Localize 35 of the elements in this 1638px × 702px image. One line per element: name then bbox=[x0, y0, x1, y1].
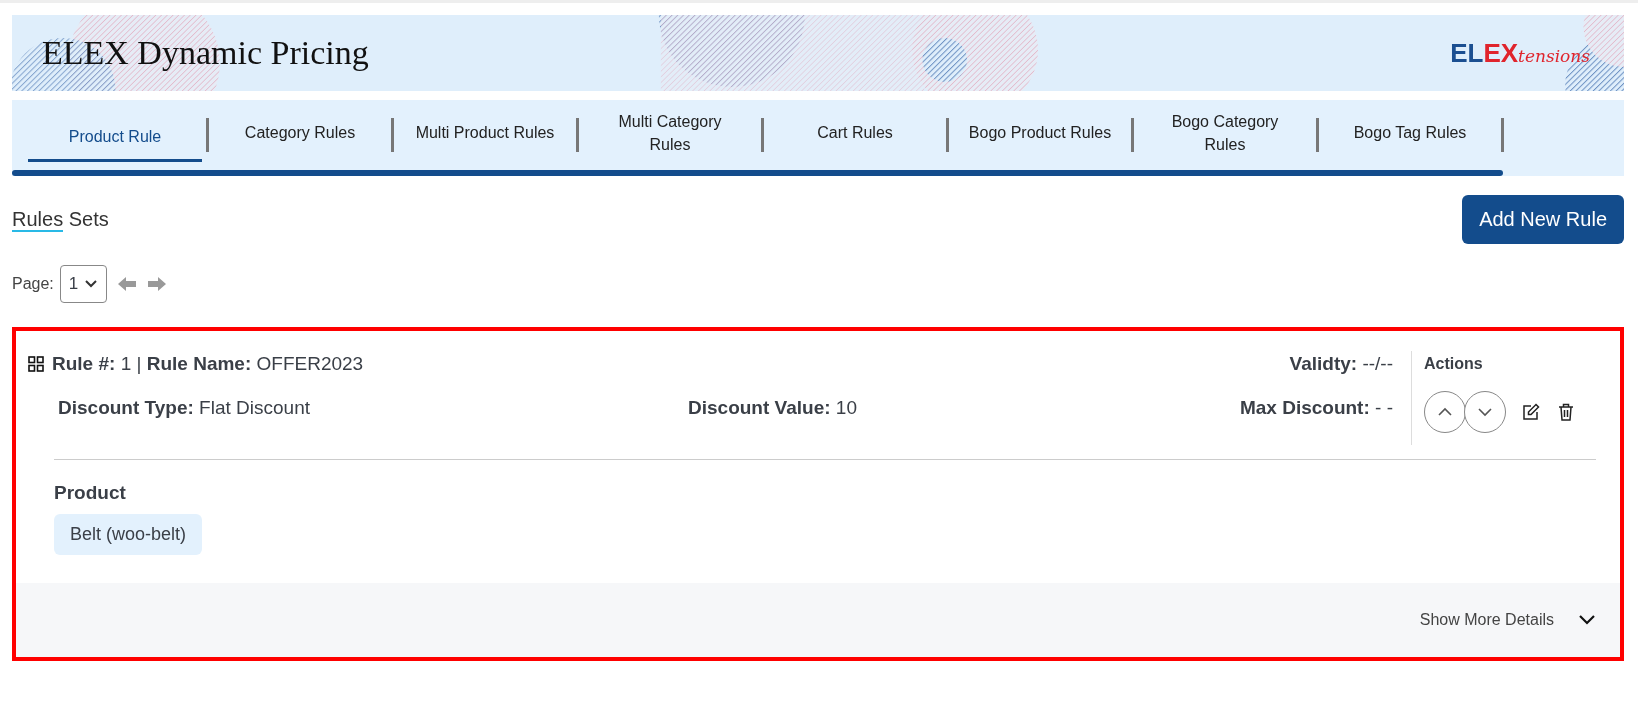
show-more-details-link[interactable]: Show More Details bbox=[1419, 611, 1554, 629]
tab[interactable]: Cart Rules bbox=[768, 112, 942, 158]
edit-icon[interactable] bbox=[1522, 403, 1540, 421]
section-title: Rules Sets bbox=[12, 208, 109, 231]
delete-icon[interactable] bbox=[1558, 403, 1574, 421]
move-up-button[interactable] bbox=[1424, 391, 1466, 433]
move-down-button[interactable] bbox=[1464, 391, 1506, 433]
rule-title: Rule #: 1 | Rule Name: OFFER2023 bbox=[52, 353, 364, 375]
chevron-up-icon bbox=[1437, 407, 1453, 417]
tab[interactable]: Bogo Tag Rules bbox=[1323, 112, 1497, 158]
discount-value-text: Discount Value: 10 bbox=[688, 397, 857, 419]
left-arrow-icon[interactable] bbox=[117, 276, 138, 292]
add-new-rule-button[interactable]: Add New Rule bbox=[1462, 195, 1624, 244]
grid-icon bbox=[28, 356, 44, 372]
right-arrow-icon[interactable] bbox=[147, 276, 168, 292]
tab[interactable]: Product Rule bbox=[28, 116, 202, 162]
chevron-down-icon bbox=[1477, 407, 1493, 417]
product-heading: Product bbox=[54, 482, 127, 504]
chevron-down-icon bbox=[84, 279, 99, 289]
scrollbar[interactable] bbox=[12, 170, 1504, 176]
app-title: ELEX Dynamic Pricing bbox=[42, 34, 369, 72]
tab[interactable]: Multi Product Rules bbox=[398, 112, 572, 158]
tab[interactable]: Category Rules bbox=[213, 112, 387, 158]
validity-text: Validty: --/-- bbox=[1289, 353, 1393, 375]
page-label: Page: bbox=[12, 275, 54, 293]
actions-heading: Actions bbox=[1424, 355, 1484, 373]
product-tag: Belt (woo-belt) bbox=[54, 514, 203, 555]
chevron-down-icon[interactable] bbox=[1578, 614, 1596, 626]
discount-type-text: Discount Type: Flat Discount bbox=[58, 397, 311, 419]
page-select[interactable]: 1 bbox=[59, 265, 108, 303]
tab[interactable]: Bogo Product Rules bbox=[953, 112, 1127, 158]
tab[interactable]: Multi Category Rules bbox=[583, 101, 757, 169]
max-discount-text: Max Discount: - - bbox=[1239, 397, 1393, 419]
brand-logo: ELEXtensions bbox=[1450, 37, 1590, 69]
tab[interactable]: Bogo Category Rules bbox=[1138, 101, 1312, 169]
